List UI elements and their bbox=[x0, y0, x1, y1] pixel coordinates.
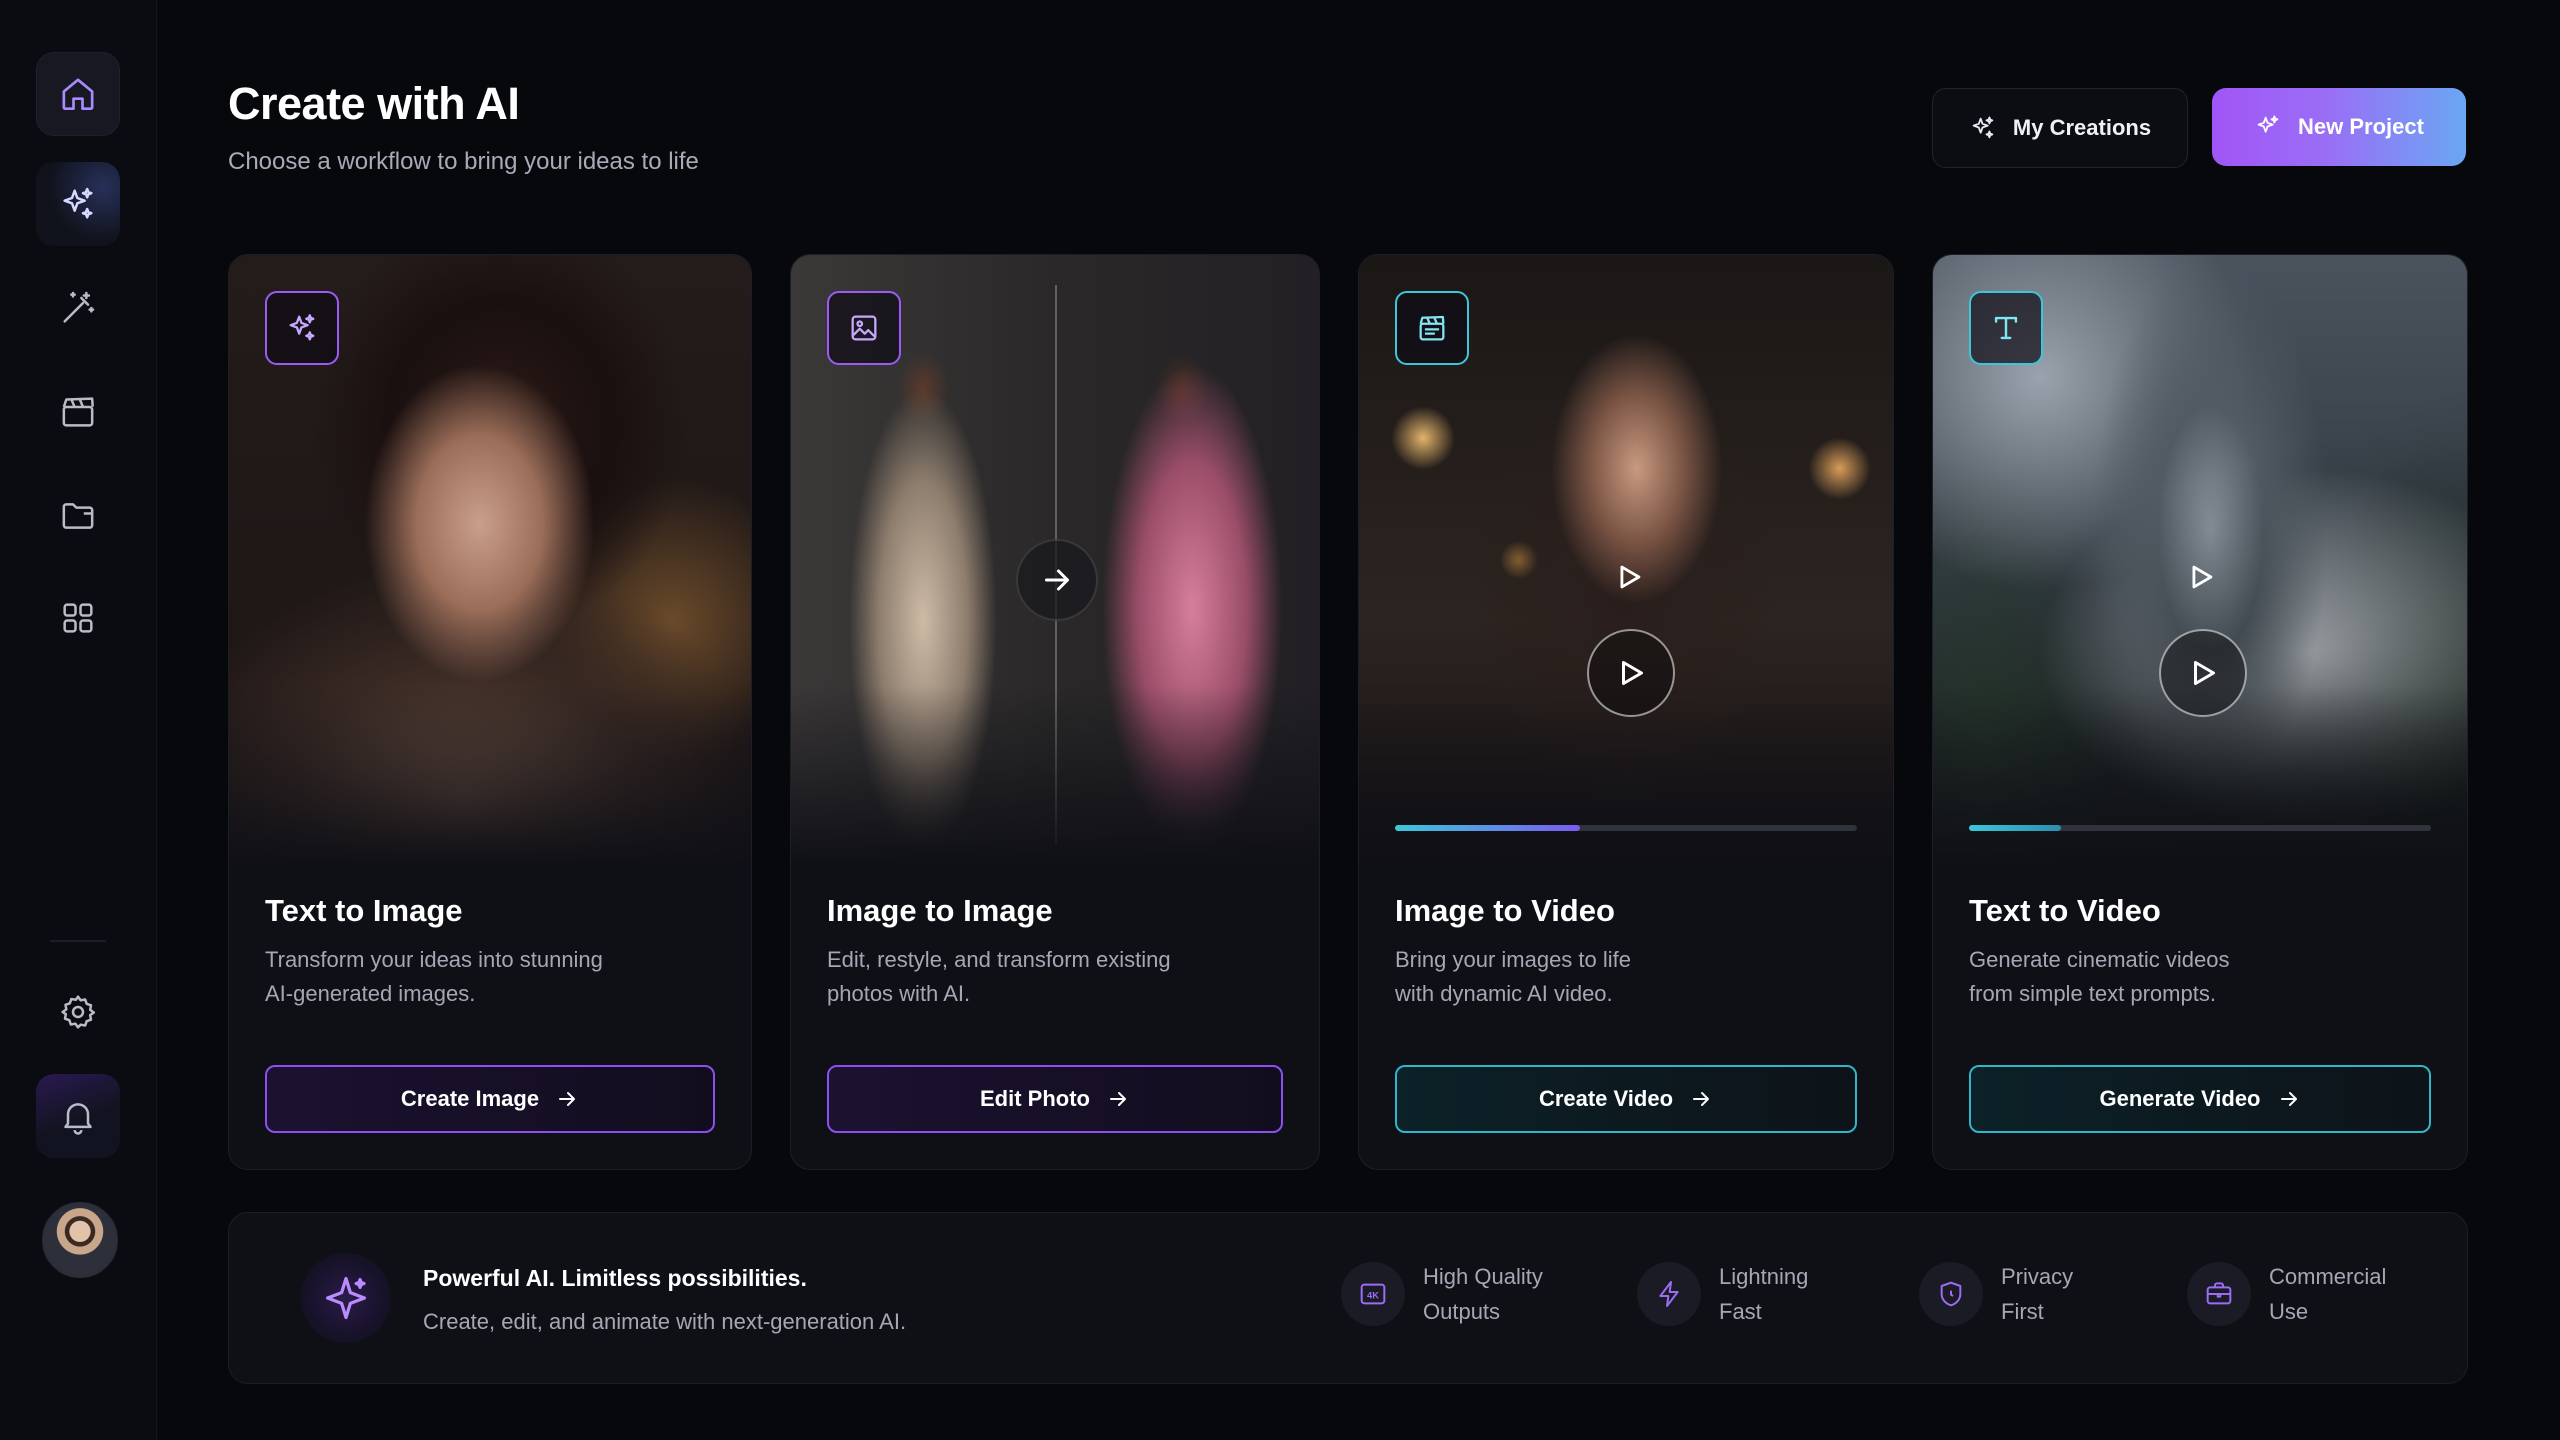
card-description: Edit, restyle, and transform existing ph… bbox=[827, 947, 1171, 1006]
feature-label: Lightning Fast bbox=[1719, 1259, 1869, 1329]
grid-icon bbox=[63, 603, 93, 633]
sidebar-item-projects[interactable] bbox=[36, 474, 120, 558]
comparison-arrow bbox=[1016, 539, 1098, 621]
card-description: Bring your images to life with dynamic A… bbox=[1395, 947, 1631, 1006]
play-icon bbox=[2171, 547, 2231, 607]
card-image-to-video[interactable]: Image to Video Bring your images to life… bbox=[1358, 254, 1894, 1170]
feature-text: Lightning Fast bbox=[1719, 1264, 1809, 1324]
banner-orb bbox=[301, 1253, 391, 1343]
generate-video-button[interactable]: Generate Video bbox=[1969, 1065, 2431, 1133]
card-title: Image to Image bbox=[827, 893, 1053, 928]
video-progress-fill bbox=[1969, 825, 2062, 831]
card-text-to-image[interactable]: Text to Image Transform your ideas into … bbox=[228, 254, 752, 1170]
sparkles-icon bbox=[2257, 115, 2279, 133]
create-image-button[interactable]: Create Image bbox=[265, 1065, 715, 1133]
shield-icon bbox=[1919, 1262, 1983, 1326]
feature-label: High Quality Outputs bbox=[1423, 1259, 1573, 1329]
card-title: Image to Video bbox=[1395, 893, 1615, 928]
video-progress-fill bbox=[1395, 825, 1580, 831]
card-title: Text to Image bbox=[265, 893, 463, 928]
video-progress-bar[interactable] bbox=[1969, 825, 2431, 831]
text-t-icon bbox=[1994, 316, 2018, 340]
my-creations-button[interactable]: My Creations bbox=[1932, 88, 2188, 168]
sidebar-item-edit[interactable] bbox=[36, 266, 120, 350]
feature-text: High Quality Outputs bbox=[1423, 1264, 1543, 1324]
clapperboard-icon bbox=[62, 397, 94, 427]
new-project-button[interactable]: New Project bbox=[2212, 88, 2466, 166]
sparkles-icon bbox=[1972, 116, 1994, 139]
arrow-right-icon bbox=[1045, 569, 1069, 591]
sidebar-item-notifications[interactable] bbox=[36, 1074, 120, 1158]
banner-title: Powerful AI. Limitless possibilities. bbox=[423, 1265, 807, 1291]
sidebar bbox=[0, 0, 157, 1440]
card-title: Text to Video bbox=[1969, 893, 2161, 928]
feature-privacy-first: Privacy First bbox=[1919, 1259, 2151, 1329]
my-creations-label: My Creations bbox=[2012, 115, 2152, 140]
edit-photo-button[interactable]: Edit Photo bbox=[827, 1065, 1283, 1133]
button-label: Create Image bbox=[400, 1086, 540, 1111]
lightning-icon bbox=[1637, 1262, 1701, 1326]
arrow-right-icon bbox=[1693, 1092, 1710, 1106]
sidebar-item-home[interactable] bbox=[36, 52, 120, 136]
feature-high-quality: 4K High Quality Outputs bbox=[1341, 1259, 1573, 1329]
sparkle-icon bbox=[325, 1276, 367, 1320]
sparkles-icon bbox=[63, 187, 93, 219]
sparkles-icon bbox=[289, 314, 315, 341]
feature-text: Commercial Use bbox=[2269, 1264, 2387, 1324]
new-project-label: New Project bbox=[2298, 114, 2424, 139]
banner-subtitle: Create, edit, and animate with next-gene… bbox=[423, 1309, 907, 1334]
card-description: Generate cinematic videos from simple te… bbox=[1969, 947, 2230, 1006]
svg-text:4K: 4K bbox=[1367, 1290, 1379, 1300]
card-type-badge bbox=[265, 291, 339, 365]
sidebar-item-settings[interactable] bbox=[36, 970, 120, 1054]
arrow-right-icon bbox=[2280, 1092, 2297, 1106]
card-image-to-image[interactable]: Image to Image Edit, restyle, and transf… bbox=[790, 254, 1320, 1170]
card-type-badge bbox=[1969, 291, 2043, 365]
card-type-badge bbox=[827, 291, 901, 365]
bell-icon bbox=[64, 1103, 92, 1135]
feature-lightning-fast: Lightning Fast bbox=[1637, 1259, 1869, 1329]
gear-icon bbox=[61, 995, 96, 1029]
create-video-button[interactable]: Create Video bbox=[1395, 1065, 1857, 1133]
feature-text: Privacy First bbox=[2001, 1264, 2074, 1324]
4k-icon: 4K bbox=[1341, 1262, 1405, 1326]
card-type-badge bbox=[1395, 291, 1469, 365]
folder-icon bbox=[62, 503, 94, 529]
clapperboard-icon bbox=[1419, 315, 1445, 341]
page-subtitle: Choose a workflow to bring your ideas to… bbox=[228, 148, 699, 175]
sidebar-item-video[interactable] bbox=[36, 370, 120, 454]
button-label: Edit Photo bbox=[980, 1086, 1090, 1111]
avatar[interactable] bbox=[42, 1202, 118, 1278]
sidebar-item-ai-generate[interactable] bbox=[36, 162, 120, 246]
arrow-right-icon bbox=[1109, 1092, 1126, 1106]
page-title: Create with AI bbox=[228, 78, 520, 129]
briefcase-icon bbox=[2187, 1262, 2251, 1326]
home-icon bbox=[62, 78, 94, 110]
card-text-to-video[interactable]: Text to Video Generate cinematic videos … bbox=[1932, 254, 2468, 1170]
arrow-right-icon bbox=[559, 1092, 576, 1106]
card-description: Transform your ideas into stunning AI-ge… bbox=[265, 947, 603, 1006]
sidebar-divider bbox=[50, 940, 106, 942]
sidebar-item-apps[interactable] bbox=[36, 576, 120, 660]
feature-banner: Powerful AI. Limitless possibilities. Cr… bbox=[228, 1212, 2468, 1384]
feature-label: Commercial Use bbox=[2269, 1259, 2419, 1329]
play-button[interactable] bbox=[2159, 629, 2247, 717]
feature-label: Privacy First bbox=[2001, 1259, 2151, 1329]
magic-wand-icon bbox=[63, 291, 95, 323]
image-icon bbox=[851, 315, 877, 341]
play-icon bbox=[1622, 661, 1643, 685]
play-button[interactable] bbox=[1587, 629, 1675, 717]
play-icon bbox=[2194, 661, 2215, 685]
video-progress-bar[interactable] bbox=[1395, 825, 1857, 831]
button-label: Create Video bbox=[1538, 1086, 1674, 1111]
button-label: Generate Video bbox=[2099, 1086, 2261, 1111]
play-icon bbox=[1599, 547, 1659, 607]
feature-commercial-use: Commercial Use bbox=[2187, 1259, 2419, 1329]
